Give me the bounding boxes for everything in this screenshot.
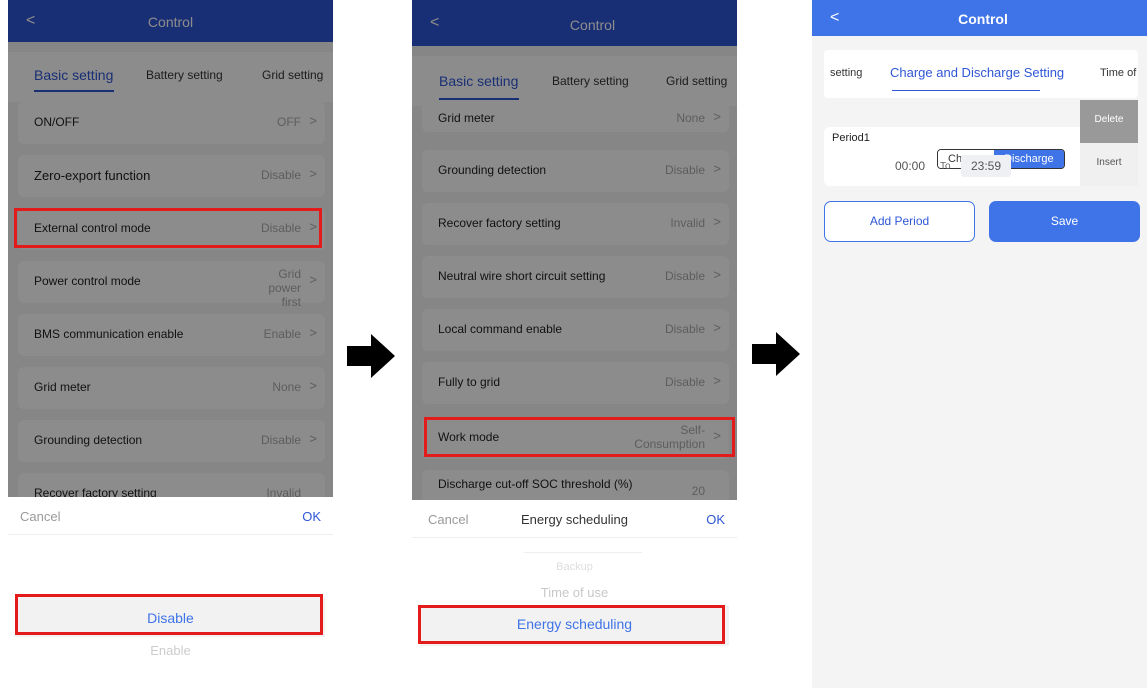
add-period-button[interactable]: Add Period [824,201,975,242]
picker-sheet: Cancel Energy scheduling OK Backup Time … [412,500,737,688]
tab-time-of[interactable]: Time of [1100,67,1136,79]
settings-tabs: setting Charge and Discharge Setting Tim… [824,50,1138,98]
highlight-energy-scheduling [418,605,725,644]
highlight-work-mode [424,417,735,457]
picker-option-time-of-use[interactable]: Time of use [412,585,737,600]
screen-basic-setting-work-mode: < Control Basic setting Battery setting … [412,0,737,688]
right-arrow-icon [752,332,800,376]
picker-toolbar: Cancel Energy scheduling OK [412,500,737,538]
picker-option-backup[interactable]: Backup [412,561,737,573]
period-label: Period1 [832,132,870,144]
screen-charge-discharge-setting: < Control setting Charge and Discharge S… [812,0,1147,688]
highlight-disable-option [15,594,323,635]
start-time[interactable]: 00:00 [888,155,932,177]
cancel-button[interactable]: Cancel [20,509,60,524]
highlight-external-control [14,208,322,248]
delete-button[interactable]: Delete [1080,100,1138,142]
right-arrow-icon [347,334,395,378]
screen-basic-setting-external-control: < Control Basic setting Battery setting … [8,0,333,688]
ok-button[interactable]: OK [706,512,725,527]
dim-overlay [8,0,333,497]
insert-label: Insert [1096,157,1122,168]
header-title: Control [958,11,1008,27]
tab-charge-discharge-setting[interactable]: Charge and Discharge Setting [890,65,1064,80]
tab-setting[interactable]: setting [830,67,862,79]
app-header: < Control [812,0,1147,36]
insert-button[interactable]: Insert [1080,143,1138,186]
picker-toolbar: Cancel OK [8,497,333,535]
end-time[interactable]: 23:59 [961,155,1011,177]
delete-label: Delete [1094,114,1124,125]
picker-sheet: Cancel OK Disable Enable [8,497,333,688]
picker-option-enable[interactable]: Enable [8,643,333,658]
ok-button[interactable]: OK [302,509,321,524]
to-label: To [940,161,951,172]
picker-title: Energy scheduling [521,512,628,527]
save-button[interactable]: Save [989,201,1140,242]
tab-underline [892,90,1040,91]
